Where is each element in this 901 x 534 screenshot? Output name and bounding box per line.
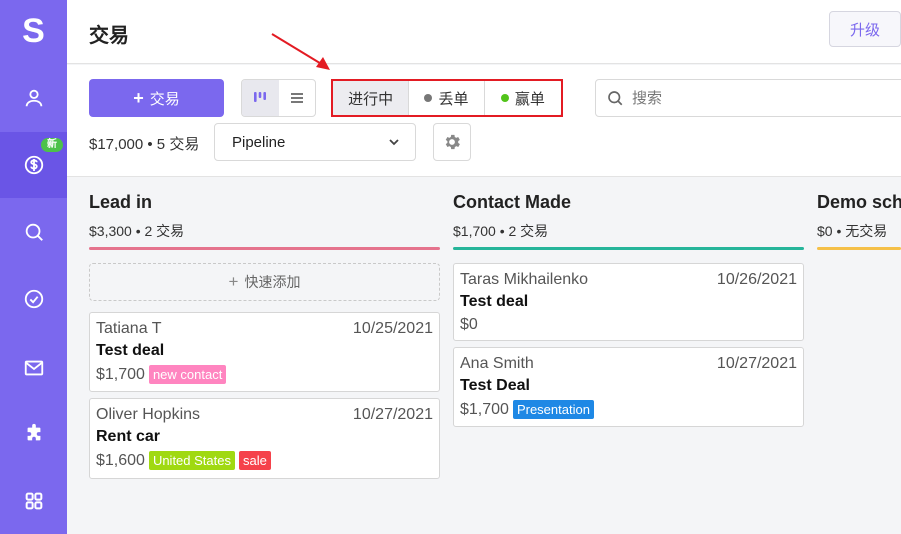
nav-tasks[interactable] <box>0 266 67 332</box>
column-color-bar <box>453 247 804 250</box>
deal-amount: $1,700 <box>460 400 509 418</box>
deal-tag: sale <box>238 451 271 470</box>
deal-amount: $1,700 <box>96 365 145 383</box>
board-column: Demo sche $0 • 无交易 <box>817 178 901 268</box>
mail-icon <box>24 360 43 376</box>
annotation-arrow <box>271 33 330 70</box>
deal-date: 10/27/2021 <box>352 406 433 423</box>
deal-title: Rent car <box>96 428 161 445</box>
check-circle-icon <box>24 289 43 309</box>
quick-add-button[interactable]: + 快速添加 <box>89 263 440 301</box>
chevron-down-icon <box>389 139 399 146</box>
deal-tag: Presentation <box>512 400 594 419</box>
deal-date: 10/25/2021 <box>352 320 433 337</box>
pipeline-value: Pipeline <box>232 133 286 151</box>
deal-contact: Ana Smith <box>460 355 534 372</box>
deal-title: Test Deal <box>460 377 530 394</box>
new-badge: 新 <box>41 138 63 152</box>
column-title: Demo sche <box>817 192 901 212</box>
search-icon <box>608 91 623 106</box>
deal-contact: Tatiana T <box>96 320 162 337</box>
gear-icon <box>445 134 460 150</box>
filter-open[interactable]: 进行中 <box>333 81 410 115</box>
filter-won[interactable]: 赢单 <box>485 81 561 115</box>
search-icon <box>25 223 43 241</box>
deal-amount: $0 <box>460 316 478 333</box>
deal-contact: Taras Mikhailenko <box>460 271 589 288</box>
column-summary: $0 • 无交易 <box>817 223 888 239</box>
kanban-view-button[interactable] <box>242 80 279 116</box>
page-title: 交易 <box>89 25 129 47</box>
nav-contacts[interactable] <box>0 65 67 131</box>
filter-lost[interactable]: 丢单 <box>409 81 485 115</box>
deal-amount: $1,600 <box>96 451 145 469</box>
pipeline-select[interactable]: Pipeline <box>214 123 416 161</box>
filter-won-label: 赢单 <box>514 90 545 108</box>
column-color-bar <box>89 247 440 250</box>
puzzle-icon <box>27 423 40 441</box>
deal-tag: United States <box>148 451 235 470</box>
add-deal-button[interactable]: + 交易 <box>89 79 224 117</box>
column-summary: $1,700 • 2 交易 <box>453 223 549 239</box>
column-title: Contact Made <box>453 192 572 212</box>
pipeline-settings-button[interactable] <box>433 123 471 161</box>
apps-grid-icon <box>25 492 42 510</box>
column-color-bar <box>817 247 901 250</box>
nav-integrations[interactable] <box>0 401 67 467</box>
deal-card[interactable]: Tatiana T 10/25/2021 Test deal $1,700 ne… <box>89 312 440 392</box>
sidebar: S 新 <box>0 0 67 534</box>
deal-title: Test deal <box>460 293 529 310</box>
deal-date: 10/27/2021 <box>716 355 797 372</box>
deal-contact: Oliver Hopkins <box>96 406 201 423</box>
list-icon <box>290 93 303 103</box>
quick-add-label: 快速添加 <box>244 274 301 290</box>
user-icon <box>25 89 42 107</box>
nav-apps[interactable] <box>0 468 67 534</box>
filter-lost-label: 丢单 <box>438 90 469 108</box>
deal-card[interactable]: Oliver Hopkins 10/27/2021 Rent car $1,60… <box>89 398 440 479</box>
plus-icon: + <box>228 272 239 291</box>
deal-title: Test deal <box>96 342 165 359</box>
top-bar: 交易 升级 <box>67 0 901 64</box>
deals-summary: $17,000 • 5 交易 <box>89 136 200 153</box>
toolbar: + 交易 进行中 丢单 赢单 $17,000 • 5 交易 Pipeline <box>67 65 901 177</box>
view-toggle <box>241 79 316 117</box>
deal-tag: new contact <box>148 365 227 384</box>
column-title: Lead in <box>89 192 153 212</box>
add-deal-label: 交易 <box>149 90 180 108</box>
upgrade-button[interactable]: 升级 <box>829 11 901 47</box>
list-view-button[interactable] <box>279 80 316 116</box>
dollar-icon <box>24 155 43 175</box>
deal-date: 10/26/2021 <box>716 271 797 288</box>
search-input[interactable] <box>632 89 892 107</box>
nav-deals[interactable]: 新 <box>0 132 67 198</box>
deal-card[interactable]: Taras Mikhailenko 10/26/2021 Test deal $… <box>453 263 804 341</box>
search-box <box>595 79 901 117</box>
app-logo[interactable]: S <box>0 0 67 62</box>
lost-dot-icon <box>424 94 433 102</box>
nav-mail[interactable] <box>0 335 67 401</box>
deal-card[interactable]: Ana Smith 10/27/2021 Test Deal $1,700 Pr… <box>453 347 804 427</box>
kanban-icon <box>254 92 267 102</box>
filter-open-label: 进行中 <box>348 90 394 108</box>
plus-icon: + <box>133 87 144 108</box>
won-dot-icon <box>500 94 509 102</box>
column-summary: $3,300 • 2 交易 <box>89 223 185 239</box>
status-filter-group: 进行中 丢单 赢单 <box>332 80 562 116</box>
nav-search[interactable] <box>0 199 67 265</box>
